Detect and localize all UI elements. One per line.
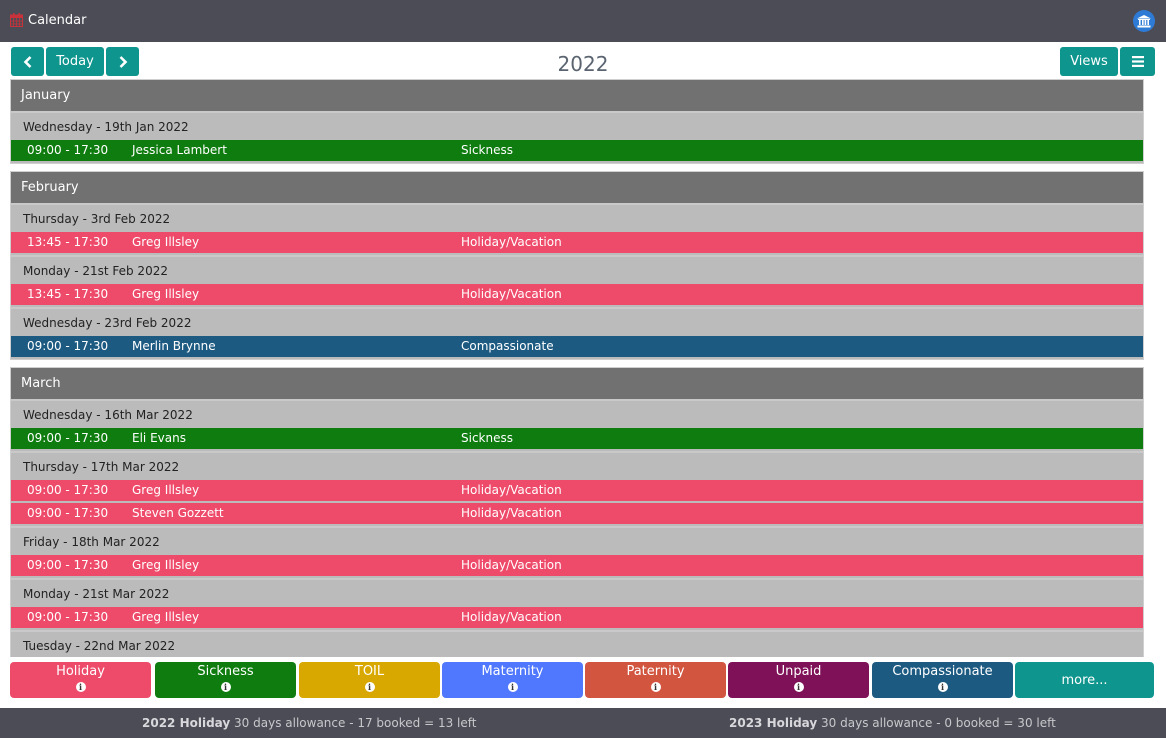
entry-leave-type: Holiday/Vacation xyxy=(461,235,562,249)
event-list[interactable]: January Wednesday - 19th Jan 2022 09:00 - … xyxy=(10,79,1144,657)
leave-entry[interactable]: 09:00 - 17:30 Greg Illsley Holiday/Vacatio… xyxy=(11,555,1143,576)
entry-time: 09:00 - 17:30 xyxy=(27,610,109,624)
legend-unpaid-button[interactable]: Unpaid i xyxy=(728,662,869,698)
entry-leave-type: Sickness xyxy=(461,431,513,445)
info-icon[interactable]: i xyxy=(650,682,661,692)
legend-maternity-button[interactable]: Maternity i xyxy=(442,662,583,698)
bank-icon[interactable] xyxy=(1133,10,1155,32)
month-group: January Wednesday - 19th Jan 2022 09:00 - … xyxy=(10,79,1144,164)
day-header: Wednesday - 19th Jan 2022 xyxy=(11,111,1143,140)
legend-label: more... xyxy=(1061,672,1108,688)
day-header: Friday - 18th Mar 2022 xyxy=(11,526,1143,555)
entry-employee: Greg Illsley xyxy=(132,610,200,624)
entry-leave-type: Compassionate xyxy=(461,339,554,353)
info-icon[interactable]: i xyxy=(220,682,231,692)
allowance-2022: 2022 Holiday 30 days allowance - 17 book… xyxy=(142,716,477,730)
month-header: March xyxy=(11,368,1143,399)
entry-employee: Greg Illsley xyxy=(132,235,200,249)
entry-leave-type: Holiday/Vacation xyxy=(461,287,562,301)
info-icon[interactable]: i xyxy=(937,682,948,692)
entry-time: 09:00 - 17:30 xyxy=(27,143,109,157)
app-title: Calendar xyxy=(28,13,87,28)
menu-button[interactable] xyxy=(1120,47,1155,76)
calendar-toolbar: Today 2022 Views xyxy=(0,47,1166,77)
entry-employee: Greg Illsley xyxy=(132,287,200,301)
entry-leave-type: Holiday/Vacation xyxy=(461,610,562,624)
day-header: Wednesday - 16th Mar 2022 xyxy=(11,399,1143,428)
legend-label: Holiday xyxy=(56,664,105,679)
leave-entry[interactable]: 09:00 - 17:30 Greg Illsley Holiday/Vacatio… xyxy=(11,480,1143,501)
legend-label: Maternity xyxy=(481,664,544,679)
leave-entry[interactable]: 09:00 - 17:30 Steven Gozzett Holiday/Vacat… xyxy=(11,503,1143,524)
legend-more-button[interactable]: more... xyxy=(1015,662,1154,698)
leave-entry[interactable]: 13:45 - 17:30 Greg Illsley Holiday/Vacatio… xyxy=(11,232,1143,253)
day-header: Wednesday - 23rd Feb 2022 xyxy=(11,307,1143,336)
entry-leave-type: Holiday/Vacation xyxy=(461,506,562,520)
info-icon[interactable]: i xyxy=(364,682,375,692)
entry-time: 09:00 - 17:30 xyxy=(27,431,109,445)
entry-time: 09:00 - 17:30 xyxy=(27,558,109,572)
entry-employee: Eli Evans xyxy=(132,431,186,445)
hamburger-menu-icon xyxy=(1131,56,1144,67)
entry-leave-type: Holiday/Vacation xyxy=(461,483,562,497)
legend-label: TOIL xyxy=(354,664,385,679)
views-button[interactable]: Views xyxy=(1060,47,1118,76)
legend-toil-button[interactable]: TOIL i xyxy=(299,662,440,698)
entry-time: 13:45 - 17:30 xyxy=(27,235,109,249)
leave-type-legend: Holiday i Sickness i TOIL i Maternity i Paternit… xyxy=(10,662,1155,698)
legend-compassionate-button[interactable]: Compassionate i xyxy=(872,662,1013,698)
month-group: March Wednesday - 16th Mar 2022 09:00 - 17… xyxy=(10,367,1144,657)
month-group: February Thursday - 3rd Feb 2022 13:45 - 1… xyxy=(10,171,1144,360)
allowance-footer: 2022 Holiday 30 days allowance - 17 book… xyxy=(0,708,1166,738)
leave-entry[interactable]: 09:00 - 17:30 Eli Evans Sickness xyxy=(11,428,1143,449)
allowance-2023: 2023 Holiday 30 days allowance - 0 booke… xyxy=(729,716,1056,730)
current-year: 2022 xyxy=(557,52,609,76)
leave-entry[interactable]: 09:00 - 17:30 Jessica Lambert Sickness xyxy=(11,140,1143,161)
legend-label: Sickness xyxy=(197,664,254,679)
entry-employee: Steven Gozzett xyxy=(132,506,224,520)
info-icon[interactable]: i xyxy=(75,682,86,692)
day-header: Thursday - 3rd Feb 2022 xyxy=(11,203,1143,232)
legend-paternity-button[interactable]: Paternity i xyxy=(585,662,726,698)
leave-entry[interactable]: 09:00 - 17:30 Greg Illsley Holiday/Vacatio… xyxy=(11,607,1143,628)
day-header: Monday - 21st Feb 2022 xyxy=(11,255,1143,284)
entry-employee: Jessica Lambert xyxy=(132,143,227,157)
entry-time: 09:00 - 17:30 xyxy=(27,339,109,353)
legend-sickness-button[interactable]: Sickness i xyxy=(155,662,296,698)
day-header: Thursday - 17th Mar 2022 xyxy=(11,451,1143,480)
entry-leave-type: Sickness xyxy=(461,143,513,157)
entry-employee: Greg Illsley xyxy=(132,558,200,572)
month-header: February xyxy=(11,172,1143,203)
entry-time: 13:45 - 17:30 xyxy=(27,287,109,301)
legend-label: Unpaid xyxy=(775,664,822,679)
entry-employee: Greg Illsley xyxy=(132,483,200,497)
entry-employee: Merlin Brynne xyxy=(132,339,216,353)
leave-entry[interactable]: 13:45 - 17:30 Greg Illsley Holiday/Vacatio… xyxy=(11,284,1143,305)
day-header: Monday - 21st Mar 2022 xyxy=(11,578,1143,607)
legend-label: Paternity xyxy=(626,664,685,679)
legend-label: Compassionate xyxy=(892,664,993,679)
legend-holiday-button[interactable]: Holiday i xyxy=(10,662,151,698)
day-header: Tuesday - 22nd Mar 2022 xyxy=(11,630,1143,657)
info-icon[interactable]: i xyxy=(507,682,518,692)
entry-time: 09:00 - 17:30 xyxy=(27,506,109,520)
month-header: January xyxy=(11,80,1143,111)
calendar-icon xyxy=(10,13,23,27)
info-icon[interactable]: i xyxy=(793,682,804,692)
entry-time: 09:00 - 17:30 xyxy=(27,483,109,497)
title-bar: Calendar xyxy=(0,0,1166,42)
leave-entry[interactable]: 09:00 - 17:30 Merlin Brynne Compassionate xyxy=(11,336,1143,357)
entry-leave-type: Holiday/Vacation xyxy=(461,558,562,572)
